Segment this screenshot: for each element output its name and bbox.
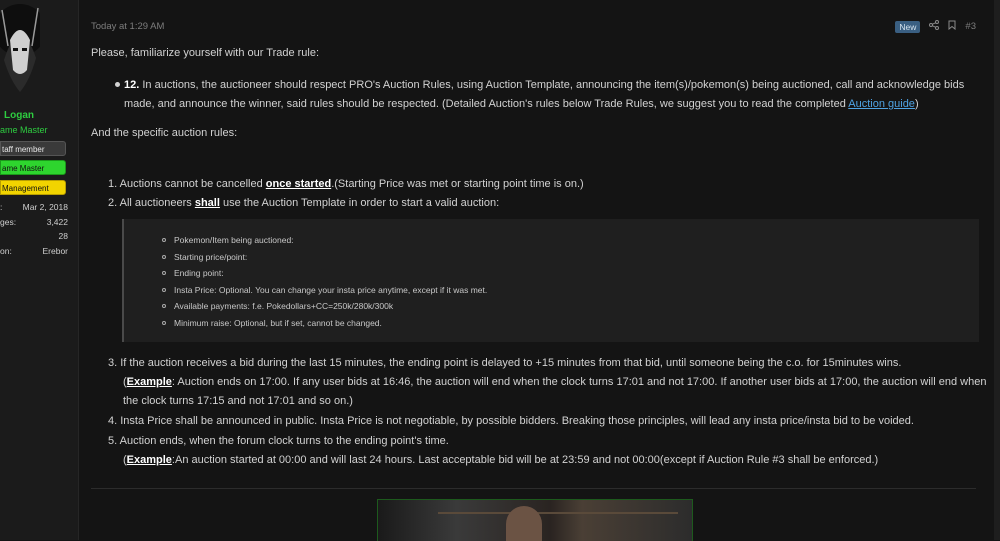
template-item: Minimum raise: Optional, but if set, can… [162, 315, 487, 332]
post-date[interactable]: Today at 1:29 AM [91, 21, 164, 32]
bookmark-icon[interactable] [948, 20, 956, 33]
template-item: Available payments: f.e. Pokedollars+CC=… [162, 298, 487, 315]
auction-guide-link[interactable]: Auction guide [848, 98, 915, 110]
staff-member-banner: taff member [0, 141, 66, 156]
trade-rule-12: 12. In auctions, the auctioneer should r… [124, 79, 965, 110]
post-body: Today at 1:29 AM New #3 Please, familiar… [78, 0, 1000, 541]
rail-track [438, 512, 678, 514]
auction-rule-5: 5. Auction ends, when the forum clock tu… [108, 432, 988, 470]
avatar[interactable] [0, 0, 40, 96]
auction-rule-2: 2. All auctioneers shall use the Auction… [108, 197, 500, 209]
game-master-banner: ame Master [0, 160, 66, 175]
signature-figure [506, 506, 542, 541]
intro-text: Please, familiarize yourself with our Tr… [91, 47, 320, 59]
template-item: Pokemon/Item being auctioned: [162, 232, 487, 249]
share-icon[interactable] [929, 20, 940, 33]
template-item: Starting price/point: [162, 249, 487, 266]
rule-5-example: (Example:An auction started at 00:00 and… [123, 454, 879, 466]
template-item: Ending point: [162, 265, 487, 282]
auction-rule-1: 1. Auctions cannot be cancelled once sta… [108, 178, 584, 190]
post-actions: New #3 [895, 20, 976, 33]
post-number[interactable]: #3 [965, 21, 976, 32]
scrollbar[interactable] [994, 0, 1000, 540]
rule-3-example: (Example: Auction ends on 17:00. If any … [123, 376, 987, 407]
signature-image [377, 499, 693, 541]
user-panel: Logan ame Master taff member ame Master … [0, 0, 78, 540]
template-list: Pokemon/Item being auctioned: Starting p… [162, 232, 487, 332]
divider [91, 488, 976, 489]
auction-template-quote: Pokemon/Item being auctioned: Starting p… [122, 219, 979, 342]
auction-rule-3: 3. If the auction receives a bid during … [108, 354, 988, 411]
bullet-dot [115, 82, 120, 87]
username[interactable]: Logan [4, 110, 34, 121]
template-item: Insta Price: Optional. You can change yo… [162, 282, 487, 299]
specific-rules-heading: And the specific auction rules: [91, 127, 238, 139]
management-banner: Management [0, 180, 66, 195]
user-title: ame Master [0, 125, 48, 135]
auction-rule-4: 4. Insta Price shall be announced in pub… [108, 415, 914, 427]
new-badge: New [895, 20, 921, 33]
